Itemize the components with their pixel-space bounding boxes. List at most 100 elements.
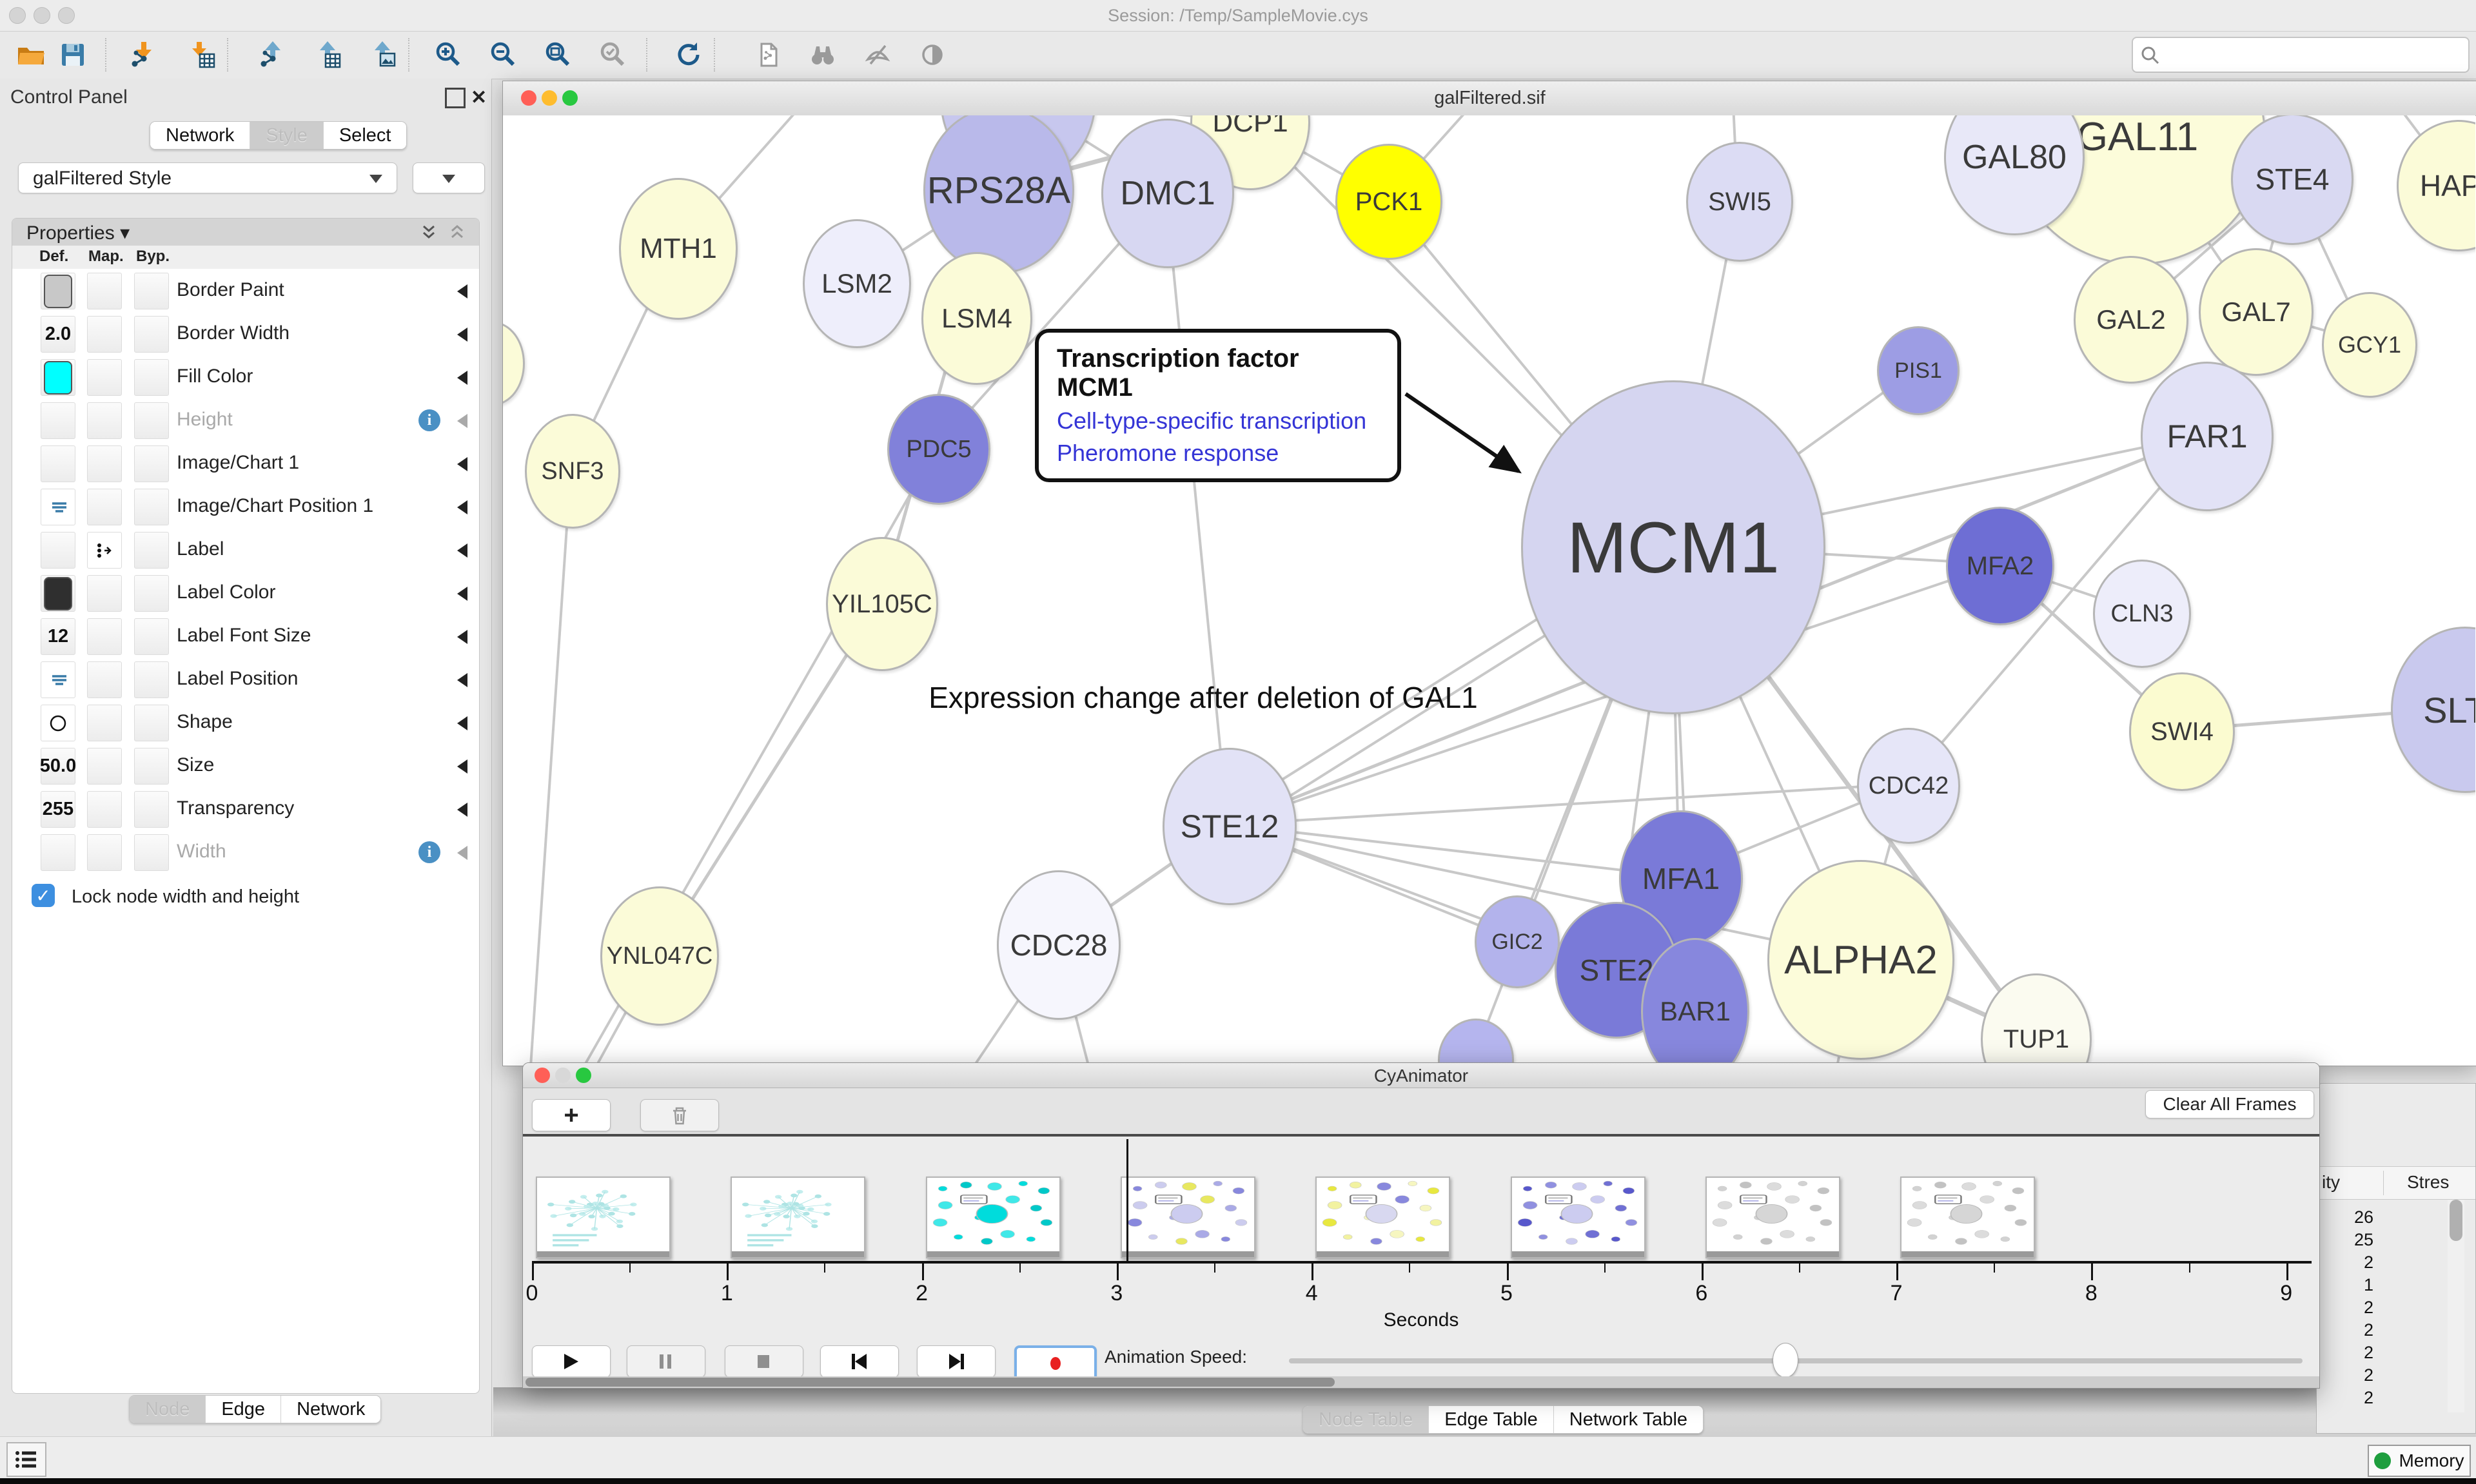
memory-button[interactable]: Memory bbox=[2368, 1445, 2471, 1477]
mapping-cell[interactable] bbox=[87, 575, 122, 612]
frame-thumbnail-0[interactable] bbox=[536, 1176, 671, 1258]
node-gal7[interactable]: GAL7 bbox=[2199, 248, 2314, 376]
bypass-cell[interactable] bbox=[134, 359, 169, 396]
zoom-fit-button[interactable] bbox=[540, 37, 576, 73]
node-lsm4[interactable]: LSM4 bbox=[921, 252, 1032, 385]
copy-network-button[interactable] bbox=[750, 37, 786, 73]
expand-property-arrow[interactable] bbox=[457, 414, 467, 428]
node-gal2[interactable]: GAL2 bbox=[2074, 256, 2188, 384]
style-options-button[interactable] bbox=[413, 162, 485, 193]
property-row-label-position[interactable]: Label Position bbox=[12, 658, 479, 701]
default-cell[interactable] bbox=[41, 532, 75, 569]
node-ste4[interactable]: STE4 bbox=[2231, 115, 2353, 245]
column-header-ity[interactable]: ity bbox=[2322, 1172, 2340, 1193]
show-all-button[interactable] bbox=[914, 37, 950, 73]
node-snf3[interactable]: SNF3 bbox=[525, 414, 620, 529]
mapping-cell[interactable] bbox=[87, 489, 122, 525]
mapping-cell[interactable] bbox=[87, 359, 122, 396]
default-cell[interactable] bbox=[41, 834, 75, 871]
task-history-button[interactable] bbox=[6, 1442, 46, 1477]
bypass-cell[interactable] bbox=[134, 445, 169, 482]
node-pck1[interactable]: PCK1 bbox=[1335, 144, 1442, 260]
mapping-cell[interactable] bbox=[87, 618, 122, 655]
bypass-cell[interactable] bbox=[134, 273, 169, 309]
node-far1[interactable]: FAR1 bbox=[2141, 362, 2274, 511]
open-session-button[interactable] bbox=[13, 37, 49, 73]
property-row-width[interactable]: Widthi bbox=[12, 830, 479, 874]
default-cell[interactable] bbox=[41, 489, 75, 525]
mapping-cell[interactable] bbox=[87, 748, 122, 785]
default-cell[interactable]: 50.0 bbox=[41, 748, 75, 785]
default-cell[interactable] bbox=[41, 402, 75, 439]
default-cell[interactable] bbox=[41, 705, 75, 741]
zoom-out-button[interactable] bbox=[486, 37, 522, 73]
tab-edge-table[interactable]: Edge Table bbox=[1429, 1406, 1554, 1433]
info-icon[interactable]: i bbox=[418, 409, 440, 431]
import-network-button[interactable] bbox=[126, 37, 162, 73]
bypass-cell[interactable] bbox=[134, 791, 169, 828]
delete-frame-button[interactable] bbox=[640, 1099, 719, 1131]
tab-style[interactable]: Style bbox=[250, 122, 323, 149]
bypass-cell[interactable] bbox=[134, 661, 169, 698]
default-cell[interactable] bbox=[41, 359, 75, 396]
frame-thumbnail-3[interactable] bbox=[1121, 1176, 1255, 1258]
node-ste12[interactable]: STE12 bbox=[1163, 748, 1297, 905]
property-row-transparency[interactable]: 255Transparency bbox=[12, 787, 479, 831]
default-cell[interactable] bbox=[41, 575, 75, 612]
default-cell[interactable] bbox=[41, 445, 75, 482]
collapse-all-icon[interactable] bbox=[448, 224, 466, 242]
network-caption[interactable]: Expression change after deletion of GAL1 bbox=[894, 680, 1512, 715]
node-pdc5[interactable]: PDC5 bbox=[887, 394, 990, 505]
bypass-cell[interactable] bbox=[134, 575, 169, 612]
bypass-cell[interactable] bbox=[134, 489, 169, 525]
expand-property-arrow[interactable] bbox=[457, 803, 467, 817]
network-canvas[interactable]: GAL11GAL80RPS28BRPS28ADCP1DMC1PCK1SWI5ST… bbox=[503, 115, 2475, 1065]
default-cell[interactable]: 255 bbox=[41, 791, 75, 828]
speed-slider-knob[interactable] bbox=[1773, 1343, 1798, 1378]
bypass-cell[interactable] bbox=[134, 402, 169, 439]
node-mth1[interactable]: MTH1 bbox=[619, 178, 738, 320]
property-row-border-width[interactable]: 2.0Border Width bbox=[12, 312, 479, 356]
expand-property-arrow[interactable] bbox=[457, 630, 467, 644]
style-selector[interactable]: galFiltered Style bbox=[18, 162, 397, 193]
mapping-cell[interactable] bbox=[87, 316, 122, 353]
frame-thumbnail-7[interactable] bbox=[1900, 1176, 2035, 1258]
default-cell[interactable] bbox=[41, 661, 75, 698]
tab-select[interactable]: Select bbox=[324, 122, 407, 149]
node-yil105c[interactable]: YIL105C bbox=[826, 537, 938, 671]
frame-thumbnail-5[interactable] bbox=[1511, 1176, 1646, 1258]
property-row-fill-color[interactable]: Fill Color bbox=[12, 355, 479, 399]
bypass-cell[interactable] bbox=[134, 748, 169, 785]
mapping-cell[interactable] bbox=[87, 705, 122, 741]
frame-thumbnail-6[interactable] bbox=[1705, 1176, 1840, 1258]
expand-property-arrow[interactable] bbox=[457, 500, 467, 514]
default-cell[interactable]: 12 bbox=[41, 618, 75, 655]
expand-property-arrow[interactable] bbox=[457, 457, 467, 471]
bypass-cell[interactable] bbox=[134, 618, 169, 655]
expand-property-arrow[interactable] bbox=[457, 587, 467, 601]
tab-edge[interactable]: Edge bbox=[206, 1396, 281, 1423]
tab-node-table[interactable]: Node Table bbox=[1303, 1406, 1429, 1433]
skip-end-button[interactable] bbox=[917, 1345, 996, 1378]
pause-button[interactable] bbox=[627, 1345, 705, 1378]
mapping-cell[interactable] bbox=[87, 532, 122, 569]
expand-property-arrow[interactable] bbox=[457, 371, 467, 385]
tab-network-table[interactable]: Network Table bbox=[1554, 1406, 1703, 1433]
import-table-button[interactable] bbox=[184, 37, 220, 73]
node-cln3[interactable]: CLN3 bbox=[2093, 560, 2191, 668]
node-lsm2[interactable]: LSM2 bbox=[803, 219, 911, 348]
property-row-label-font-size[interactable]: 12Label Font Size bbox=[12, 614, 479, 658]
frame-thumbnail-4[interactable] bbox=[1315, 1176, 1450, 1258]
add-frame-button[interactable]: + bbox=[532, 1099, 611, 1131]
cyanimator-titlebar[interactable]: CyAnimator bbox=[523, 1063, 2319, 1088]
mapping-cell[interactable] bbox=[87, 791, 122, 828]
hide-selected-button[interactable] bbox=[860, 37, 896, 73]
node-pis1[interactable]: PIS1 bbox=[1877, 326, 1960, 415]
refresh-button[interactable] bbox=[669, 37, 705, 73]
export-network-button[interactable] bbox=[255, 37, 291, 73]
search-box[interactable] bbox=[2132, 37, 2470, 73]
expand-property-arrow[interactable] bbox=[457, 673, 467, 687]
expand-property-arrow[interactable] bbox=[457, 759, 467, 774]
table-scrollbar[interactable] bbox=[2448, 1200, 2464, 1412]
skip-start-button[interactable] bbox=[820, 1345, 899, 1378]
